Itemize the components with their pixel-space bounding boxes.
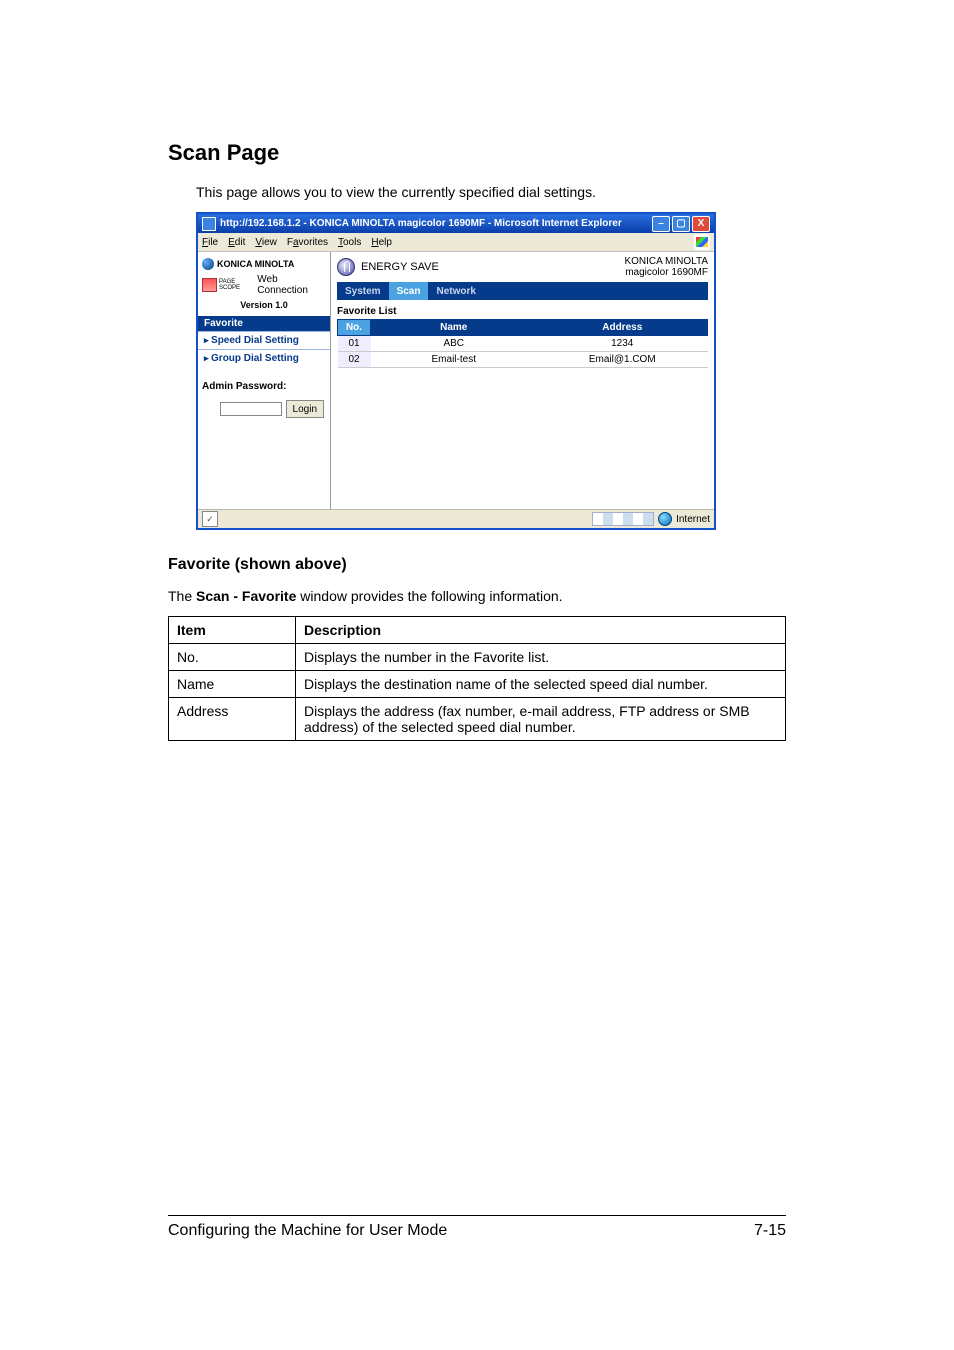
km-logo-icon: [202, 258, 214, 270]
cell-address: 1234: [537, 336, 708, 352]
info-table: Item Description No. Displays the number…: [168, 616, 786, 741]
statusbar: ✓ Internet: [198, 509, 714, 528]
col-header-address: Address: [537, 320, 708, 336]
main-pane: ENERGY SAVE KONICA MINOLTA magicolor 169…: [331, 252, 714, 509]
energy-save-icon: [337, 258, 355, 276]
page-footer: Configuring the Machine for User Mode 7-…: [168, 1215, 786, 1240]
titlebar: http://192.168.1.2 - KONICA MINOLTA magi…: [198, 214, 714, 233]
version-label: Version 1.0: [202, 300, 326, 310]
menu-help[interactable]: Help: [371, 237, 392, 248]
section-heading: Scan Page: [168, 140, 786, 166]
favorite-list-label: Favorite List: [337, 306, 714, 317]
favorite-table: No. Name Address 01 ABC 1234 02 Email-te…: [337, 319, 708, 368]
ie-icon: [202, 217, 216, 231]
info-item: Address: [169, 698, 296, 741]
web-connection-label: Web Connection: [257, 274, 326, 296]
info-description: Displays the destination name of the sel…: [296, 671, 786, 698]
sidebar-item-group-dial[interactable]: Group Dial Setting: [198, 349, 330, 367]
table-row: 02 Email-test Email@1.COM: [338, 352, 708, 368]
sidebar-nav-header: Favorite: [198, 316, 330, 331]
table-row: Address Displays the address (fax number…: [169, 698, 786, 741]
menu-favorites[interactable]: Favorites: [287, 237, 328, 248]
document-page: Scan Page This page allows you to view t…: [0, 0, 954, 1350]
menu-tools[interactable]: Tools: [338, 237, 361, 248]
energy-save-label: ENERGY SAVE: [361, 261, 439, 273]
pagescope-icon: [202, 278, 217, 292]
device-brand: KONICA MINOLTA: [624, 256, 708, 267]
sidebar: KONICA MINOLTA PAGE SCOPE Web Connection…: [198, 252, 331, 509]
col-header-name: Name: [371, 320, 538, 336]
status-separator: [592, 512, 654, 526]
ie-logo-icon: [694, 234, 710, 250]
cell-no: 01: [338, 336, 371, 352]
subsection-heading: Favorite (shown above): [168, 556, 786, 574]
footer-section-title: Configuring the Machine for User Mode: [168, 1222, 447, 1240]
col-header-no: No.: [338, 320, 371, 336]
menu-edit[interactable]: Edit: [228, 237, 245, 248]
subsection-description: The Scan - Favorite window provides the …: [168, 588, 786, 604]
table-row: 01 ABC 1234: [338, 336, 708, 352]
sidebar-item-speed-dial[interactable]: Speed Dial Setting: [198, 331, 330, 349]
info-header-item: Item: [169, 617, 296, 644]
info-item: Name: [169, 671, 296, 698]
admin-password-label: Admin Password:: [198, 367, 330, 396]
table-row: Name Displays the destination name of th…: [169, 671, 786, 698]
done-icon: ✓: [202, 511, 218, 527]
device-model: magicolor 1690MF: [624, 267, 708, 278]
admin-password-input[interactable]: [220, 402, 282, 416]
close-button[interactable]: X: [692, 216, 710, 232]
internet-zone-icon: [658, 512, 672, 526]
menubar: File Edit View Favorites Tools Help: [198, 233, 714, 252]
maximize-button[interactable]: ▢: [672, 216, 690, 232]
menu-view[interactable]: View: [255, 237, 277, 248]
pagescope-prefix: PAGE SCOPE: [219, 279, 255, 291]
cell-no: 02: [338, 352, 371, 368]
window-title: http://192.168.1.2 - KONICA MINOLTA magi…: [220, 218, 652, 229]
menu-file[interactable]: File: [202, 237, 218, 248]
info-item: No.: [169, 644, 296, 671]
tab-scan[interactable]: Scan: [389, 282, 429, 300]
brand-label: KONICA MINOLTA: [217, 259, 294, 269]
login-button[interactable]: Login: [286, 400, 324, 418]
info-description: Displays the address (fax number, e-mail…: [296, 698, 786, 741]
info-description: Displays the number in the Favorite list…: [296, 644, 786, 671]
info-header-description: Description: [296, 617, 786, 644]
internet-zone-label: Internet: [676, 514, 710, 525]
minimize-button[interactable]: –: [652, 216, 670, 232]
tab-strip: System Scan Network: [337, 282, 708, 300]
cell-address: Email@1.COM: [537, 352, 708, 368]
tab-system[interactable]: System: [337, 282, 389, 300]
table-row: No. Displays the number in the Favorite …: [169, 644, 786, 671]
intro-text: This page allows you to view the current…: [196, 184, 786, 200]
footer-page-number: 7-15: [754, 1222, 786, 1240]
cell-name: ABC: [371, 336, 538, 352]
screenshot-window: http://192.168.1.2 - KONICA MINOLTA magi…: [196, 212, 716, 530]
tab-network[interactable]: Network: [428, 282, 483, 300]
cell-name: Email-test: [371, 352, 538, 368]
